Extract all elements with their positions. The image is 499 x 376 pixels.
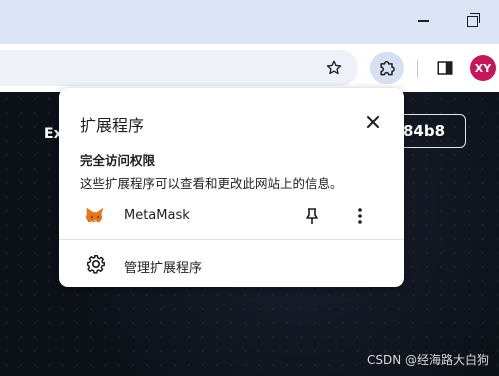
manage-extensions-label: 管理扩展程序 xyxy=(124,261,203,276)
bookmark-star-icon[interactable] xyxy=(322,56,346,80)
extension-name: MetaMask xyxy=(124,208,190,223)
address-bar[interactable] xyxy=(0,50,358,86)
minimize-icon xyxy=(417,20,429,22)
restore-button[interactable] xyxy=(459,8,485,34)
manage-extensions-item[interactable]: 管理扩展程序 xyxy=(59,248,404,280)
close-button[interactable] xyxy=(360,109,386,135)
side-panel-icon xyxy=(437,61,453,75)
csdn-watermark: CSDN @经海路大白狗 xyxy=(366,353,489,367)
more-options-button[interactable] xyxy=(349,205,371,227)
close-icon xyxy=(367,116,379,128)
browser-toolbar: XY xyxy=(0,44,499,92)
pin-button[interactable] xyxy=(301,205,323,227)
popup-divider xyxy=(59,239,404,240)
extensions-button[interactable] xyxy=(370,52,404,84)
full-access-description: 这些扩展程序可以查看和更改此网站上的信息。 xyxy=(80,176,343,191)
minimize-button[interactable] xyxy=(410,8,436,34)
profile-avatar[interactable]: XY xyxy=(470,55,496,81)
popup-title: 扩展程序 xyxy=(80,116,145,135)
restore-icon xyxy=(466,12,480,27)
gear-icon xyxy=(87,255,105,274)
toolbar-divider xyxy=(417,60,418,78)
pin-icon xyxy=(306,208,318,224)
more-vert-icon xyxy=(358,208,362,224)
title-bar xyxy=(0,0,499,44)
metamask-fox-icon xyxy=(85,207,104,223)
puzzle-icon xyxy=(380,61,395,76)
side-panel-button[interactable] xyxy=(433,56,457,80)
extensions-popup: 扩展程序 完全访问权限 这些扩展程序可以查看和更改此网站上的信息。 MetaMa… xyxy=(59,88,404,287)
full-access-heading: 完全访问权限 xyxy=(80,153,156,168)
extension-row-metamask[interactable]: MetaMask xyxy=(59,200,404,232)
